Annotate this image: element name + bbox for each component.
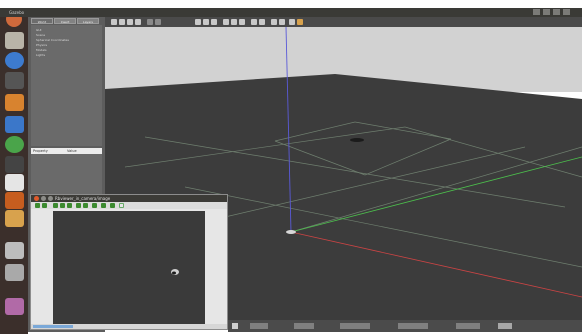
- save-image-icon[interactable]: [92, 203, 97, 208]
- files-icon[interactable]: [5, 32, 24, 49]
- prev-icon[interactable]: [35, 203, 40, 208]
- presentation-icon[interactable]: [5, 156, 24, 173]
- robot-model: [350, 138, 364, 142]
- image-viewer-window: Rbviewer_in_camera/image: [30, 194, 228, 330]
- undo-icon[interactable]: [147, 19, 153, 25]
- tree-item-physics[interactable]: Physics: [36, 43, 47, 47]
- tab-insert[interactable]: Insert: [54, 18, 76, 24]
- terminal-icon[interactable]: [5, 72, 24, 89]
- system-settings-icon[interactable]: [5, 192, 24, 209]
- image-viewer-title: Rbviewer_in_camera/image: [55, 196, 111, 201]
- zoom-out-icon[interactable]: [60, 203, 65, 208]
- workspace-icon[interactable]: [5, 242, 24, 259]
- status-bar: [228, 320, 582, 332]
- record-icon[interactable]: [297, 19, 303, 25]
- snap-icon[interactable]: [279, 19, 285, 25]
- reset-time-button[interactable]: [498, 323, 512, 329]
- rotate-icon[interactable]: [127, 19, 133, 25]
- sphere-shape-icon[interactable]: [203, 19, 209, 25]
- step-field[interactable]: [250, 323, 268, 329]
- copy-icon[interactable]: [251, 19, 257, 25]
- tree-item-lights[interactable]: Lights: [36, 53, 45, 57]
- minimize-window-icon[interactable]: [41, 196, 46, 201]
- redo-icon[interactable]: [155, 19, 161, 25]
- spreadsheet-icon[interactable]: [5, 136, 24, 153]
- text-editor-icon[interactable]: [5, 174, 24, 191]
- software-center-icon[interactable]: [5, 94, 24, 111]
- next-icon[interactable]: [42, 203, 47, 208]
- real-time-factor-field: [294, 323, 314, 329]
- tab-world[interactable]: World: [31, 18, 53, 24]
- play-pause-button[interactable]: [232, 323, 238, 329]
- settings-icon[interactable]: [563, 9, 570, 15]
- rotate-left-icon[interactable]: [76, 203, 81, 208]
- system-tray: [533, 9, 570, 15]
- box-shape-icon[interactable]: [195, 19, 201, 25]
- image-viewer-toolbar: [31, 202, 227, 209]
- tree-item-scene[interactable]: Scene: [36, 33, 45, 37]
- property-column-header: Property: [33, 149, 48, 153]
- cylinder-shape-icon[interactable]: [211, 19, 217, 25]
- directional-light-icon[interactable]: [239, 19, 245, 25]
- panel-tabs: World Insert Layers: [31, 18, 99, 24]
- value-column-header: Value: [67, 149, 77, 153]
- launcher: [0, 8, 28, 334]
- image-viewer-status: [31, 324, 227, 329]
- camera-image[interactable]: [53, 211, 205, 324]
- rotate-right-icon[interactable]: [83, 203, 88, 208]
- world-tree: GUI Scene Spherical Coordinates Physics …: [31, 25, 102, 146]
- align-icon[interactable]: [271, 19, 277, 25]
- select-mode-icon[interactable]: [111, 19, 117, 25]
- browser-icon[interactable]: [5, 52, 24, 69]
- mark-icon[interactable]: [110, 203, 115, 208]
- origin-model: [286, 230, 296, 234]
- spot-light-icon[interactable]: [231, 19, 237, 25]
- document-icon[interactable]: [5, 116, 24, 133]
- paste-icon[interactable]: [259, 19, 265, 25]
- sim-time-field: [340, 323, 370, 329]
- tree-item-models[interactable]: Models: [36, 48, 47, 52]
- trash-icon[interactable]: [5, 298, 24, 315]
- check-icon[interactable]: [119, 203, 124, 208]
- volume-icon[interactable]: [553, 9, 560, 15]
- tree-item-gui[interactable]: GUI: [36, 28, 41, 32]
- terminal-icon-2[interactable]: [5, 264, 24, 281]
- translate-icon[interactable]: [119, 19, 125, 25]
- robot-shadow: [172, 271, 176, 275]
- point-light-icon[interactable]: [223, 19, 229, 25]
- maximize-window-icon[interactable]: [48, 196, 53, 201]
- pencil-icon[interactable]: [101, 203, 106, 208]
- keyboard-icon[interactable]: [543, 9, 550, 15]
- tab-layers[interactable]: Layers: [77, 18, 99, 24]
- tree-item-spherical[interactable]: Spherical Coordinates: [36, 38, 69, 42]
- scale-icon[interactable]: [135, 19, 141, 25]
- gazebo-icon[interactable]: [5, 210, 24, 227]
- real-time-field: [398, 323, 428, 329]
- main-toolbar: [105, 17, 582, 27]
- status-indicator: [33, 325, 73, 328]
- camera-image-content: [171, 269, 179, 275]
- network-icon[interactable]: [533, 9, 540, 15]
- close-window-icon[interactable]: [34, 196, 39, 201]
- zoom-in-icon[interactable]: [53, 203, 58, 208]
- screenshot-icon[interactable]: [289, 19, 295, 25]
- image-viewer-titlebar: Rbviewer_in_camera/image: [31, 195, 227, 202]
- window-title: Gazebo: [9, 10, 25, 15]
- zoom-fit-icon[interactable]: [67, 203, 72, 208]
- top-menu-bar: Gazebo: [0, 8, 582, 17]
- iterations-field: [456, 323, 480, 329]
